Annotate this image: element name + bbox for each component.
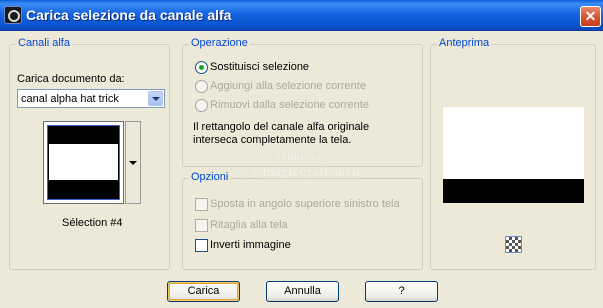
checkbox-label-sposta[interactable]: Sposta in angolo superiore sinistro tela	[210, 198, 400, 210]
anteprima-legend: Anteprima	[437, 37, 492, 49]
transparency-toggle-icon[interactable]	[505, 236, 522, 253]
info-text-line1: Il rettangolo del canale alfa originale	[193, 121, 370, 133]
preview-selection-area	[443, 107, 584, 179]
checkbox-label-inverti[interactable]: Inverti immagine	[210, 239, 291, 251]
radio-rimuovi[interactable]	[195, 99, 208, 112]
alpha-channel-thumbnail[interactable]	[43, 121, 124, 204]
document-label: Carica documento da:	[17, 73, 125, 85]
canali-alfa-legend: Canali alfa	[16, 37, 72, 49]
watermark-line2: www.magicgrafica.eu	[228, 165, 361, 180]
document-select[interactable]: canal alpha hat trick	[17, 89, 165, 108]
thumbnail-dropdown-button[interactable]	[125, 121, 141, 204]
radio-aggiungi[interactable]	[195, 80, 208, 93]
help-button[interactable]: ?	[365, 281, 438, 302]
document-select-value: canal alpha hat trick	[21, 93, 119, 105]
thumbnail-selection-area	[49, 144, 118, 180]
close-button[interactable]: ✕	[580, 6, 601, 27]
selection-caption: Sélection #4	[62, 217, 123, 229]
checkbox-label-ritaglia[interactable]: Ritaglia alla tela	[210, 219, 288, 231]
checkbox-ritaglia[interactable]	[195, 219, 208, 232]
watermark-line1: Pinuccia	[276, 148, 321, 163]
checkbox-inverti[interactable]	[195, 239, 208, 252]
thumbnail-image	[47, 125, 120, 200]
checkbox-sposta[interactable]	[195, 198, 208, 211]
chevron-down-icon[interactable]	[148, 91, 163, 106]
annulla-button[interactable]: Annulla	[266, 281, 339, 302]
carica-button[interactable]: Carica	[167, 281, 240, 302]
preview-image	[443, 107, 584, 203]
radio-label-rimuovi[interactable]: Rimuovi dalla selezione corrente	[210, 99, 369, 111]
app-icon[interactable]	[4, 6, 22, 24]
radio-label-sostituisci[interactable]: Sostituisci selezione	[210, 61, 309, 73]
radio-label-aggiungi[interactable]: Aggiungi alla selezione corrente	[210, 80, 366, 92]
info-text-line2: interseca completamente la tela.	[193, 134, 352, 146]
operazione-legend: Operazione	[189, 37, 250, 49]
opzioni-legend: Opzioni	[189, 171, 231, 183]
window-title: Carica selezione da canale alfa	[26, 7, 232, 23]
title-bar[interactable]: Carica selezione da canale alfa ✕	[0, 0, 603, 31]
radio-sostituisci[interactable]	[195, 61, 208, 74]
